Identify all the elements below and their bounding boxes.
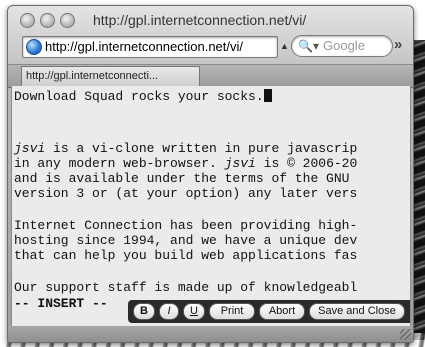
editor-line: Our support staff is made up of knowledg… [14, 280, 358, 295]
italic-button[interactable]: I [159, 303, 179, 320]
browser-window: http://gpl.internetconnection.net/vi/ ht… [7, 5, 414, 343]
editor-line: hosting since 1994, and we have a unique… [14, 233, 358, 248]
text-cursor [263, 89, 272, 102]
editor-line: Download Squad rocks your socks. [14, 89, 272, 104]
vi-editor[interactable]: Download Squad rocks your socks. jsvi is… [11, 86, 411, 326]
address-history-icon[interactable]: ▲ [280, 41, 289, 51]
address-text: http://gpl.internetconnection.net/vi/ [45, 39, 244, 54]
editor-line: jsvi is a vi-clone written in pure javas… [14, 141, 358, 156]
tab-bar: http://gpl.internetconnecti... [8, 64, 413, 88]
editor-line: version 3 or (at your option) any later … [14, 186, 358, 201]
close-window-icon[interactable] [20, 13, 35, 28]
editor-line: and is available under the terms of the … [14, 171, 350, 186]
address-field[interactable]: http://gpl.internetconnection.net/vi/ [22, 36, 278, 58]
mode-indicator: -- INSERT -- [14, 296, 108, 311]
double-chevron-right-icon[interactable]: » [394, 36, 402, 53]
window-title: http://gpl.internetconnection.net/vi/ [93, 12, 307, 28]
editor-button-bar: B I U Print Abort Save and Close [128, 300, 410, 323]
editor-line: in any modern web-browser. jsvi is © 200… [14, 156, 358, 171]
resize-grip-icon[interactable] [400, 329, 411, 340]
print-button[interactable]: Print [209, 303, 255, 320]
globe-icon [26, 39, 42, 55]
bold-button[interactable]: B [133, 303, 155, 320]
browser-toolbar: http://gpl.internetconnection.net/vi/ ▲ … [8, 34, 413, 64]
underline-button[interactable]: U [183, 303, 205, 320]
abort-button[interactable]: Abort [259, 303, 305, 320]
editor-line: that can help you build web applications… [14, 248, 358, 263]
search-field[interactable]: 🔍▾ Google [291, 35, 393, 57]
search-placeholder: Google [323, 38, 365, 53]
status-bar [8, 326, 413, 342]
magnifier-icon[interactable]: 🔍▾ [298, 39, 319, 53]
tab-current[interactable]: http://gpl.internetconnecti... [21, 66, 200, 86]
title-bar[interactable]: http://gpl.internetconnection.net/vi/ [8, 6, 413, 34]
zoom-window-icon[interactable] [60, 13, 75, 28]
editor-line: Internet Connection has been providing h… [14, 218, 358, 233]
save-and-close-button[interactable]: Save and Close [309, 303, 405, 320]
minimize-window-icon[interactable] [40, 13, 55, 28]
tab-label: http://gpl.internetconnecti... [26, 70, 159, 82]
